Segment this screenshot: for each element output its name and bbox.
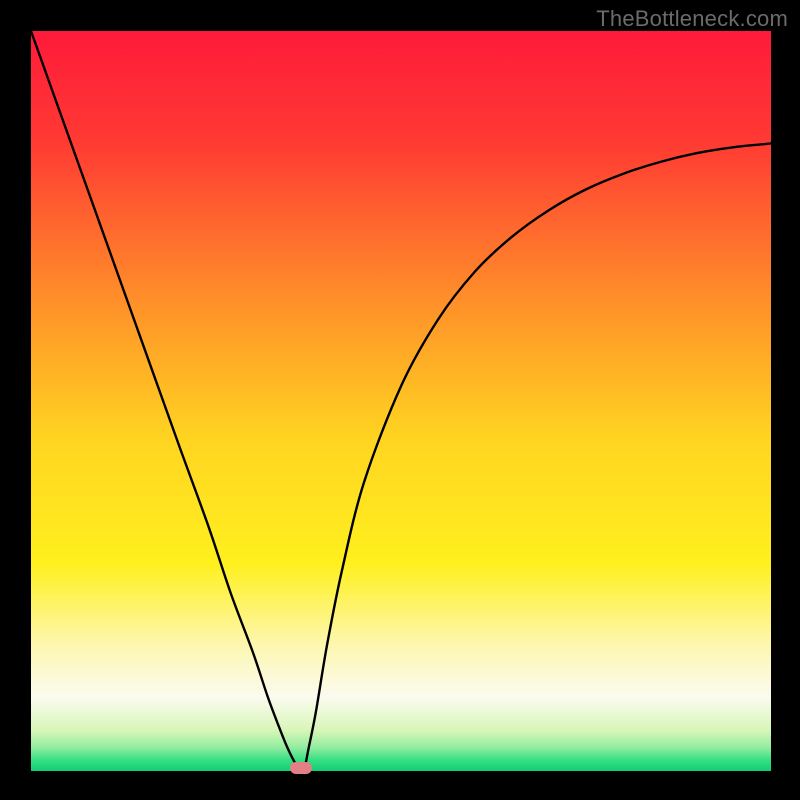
watermark-text: TheBottleneck.com [596,6,788,32]
plot-outer [31,31,771,771]
bottleneck-curve [31,31,771,771]
chart-frame: TheBottleneck.com [0,0,800,800]
dip-marker [290,762,312,774]
